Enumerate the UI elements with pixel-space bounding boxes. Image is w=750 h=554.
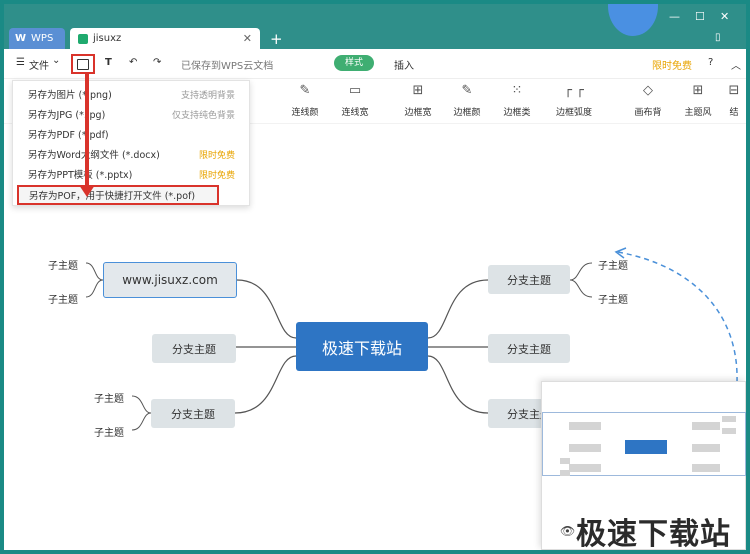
menu-item-label: 另存为Word大纲文件 (*.docx) (28, 150, 160, 161)
minimap-node (692, 444, 720, 452)
menu-item-pof[interactable]: 另存为POF，用于快捷打开文件 (*.pof) (17, 185, 219, 205)
menu-item-jpg[interactable]: 另存为JPG (*.jpg) 仅支持纯色背景 (13, 106, 249, 126)
menu-item-label: 另存为POF，用于快捷打开文件 (*.pof) (29, 191, 196, 202)
branch-node-url[interactable]: www.jisuxz.com (103, 262, 237, 298)
menu-item-label: 另存为图片 (*.png) (28, 90, 112, 101)
minimap-node (692, 464, 720, 472)
menu-item-png[interactable]: 另存为图片 (*.png) 支持透明背景 (13, 86, 249, 106)
annotation-arrow (85, 73, 89, 189)
sub-topic[interactable]: 子主题 (94, 390, 124, 405)
sub-topic[interactable]: 子主题 (48, 291, 78, 306)
menu-item-note: 支持透明背景 (180, 91, 235, 101)
central-topic[interactable]: 极速下载站 (296, 322, 428, 371)
app-window: W WPS jisuxz ✕ + — ☐ ✕ ▯ ☰ 文件 ⌄ T ↶ ↷ 已保… (4, 4, 746, 550)
branch-node-right-top[interactable]: 分支主题 (488, 265, 570, 294)
sub-topic[interactable]: 子主题 (598, 291, 628, 306)
menu-item-note: 仅支持纯色背景 (171, 111, 235, 121)
menu-item-label: 另存为PPT模板 (*.pptx) (28, 170, 133, 181)
minimap-node (560, 470, 570, 476)
watermark-text: 极速下载站 (576, 517, 731, 550)
minimap-center-node (625, 440, 667, 454)
menu-item-pptx[interactable]: 另存为PPT模板 (*.pptx) 限时免费 (13, 166, 249, 186)
free-badge: 限时免费 (198, 151, 235, 161)
sub-topic[interactable]: 子主题 (598, 257, 628, 272)
save-as-menu: 另存为图片 (*.png) 支持透明背景 另存为JPG (*.jpg) 仅支持纯… (12, 80, 250, 206)
menu-item-pdf[interactable]: 另存为PDF (*.pdf) (13, 126, 249, 146)
minimap-node (569, 464, 601, 472)
minimap-node (722, 416, 736, 422)
annotation-arrowhead (79, 185, 95, 197)
branch-node-left-bottom[interactable]: 分支主题 (151, 399, 235, 428)
minimap-node (692, 422, 720, 430)
eye-icon[interactable]: 👁 (560, 524, 575, 538)
menu-item-docx[interactable]: 另存为Word大纲文件 (*.docx) 限时免费 (13, 146, 249, 166)
sub-topic[interactable]: 子主题 (48, 257, 78, 272)
minimap-node (722, 428, 736, 434)
branch-node-right-mid[interactable]: 分支主题 (488, 334, 570, 363)
sub-topic[interactable]: 子主题 (94, 424, 124, 439)
menu-item-label: 另存为JPG (*.jpg) (28, 110, 106, 121)
minimap-node (569, 422, 601, 430)
minimap-node (560, 458, 570, 464)
branch-node-left-mid[interactable]: 分支主题 (152, 334, 236, 363)
minimap-node (569, 444, 601, 452)
free-badge: 限时免费 (198, 171, 235, 181)
menu-item-label: 另存为PDF (*.pdf) (28, 130, 109, 141)
